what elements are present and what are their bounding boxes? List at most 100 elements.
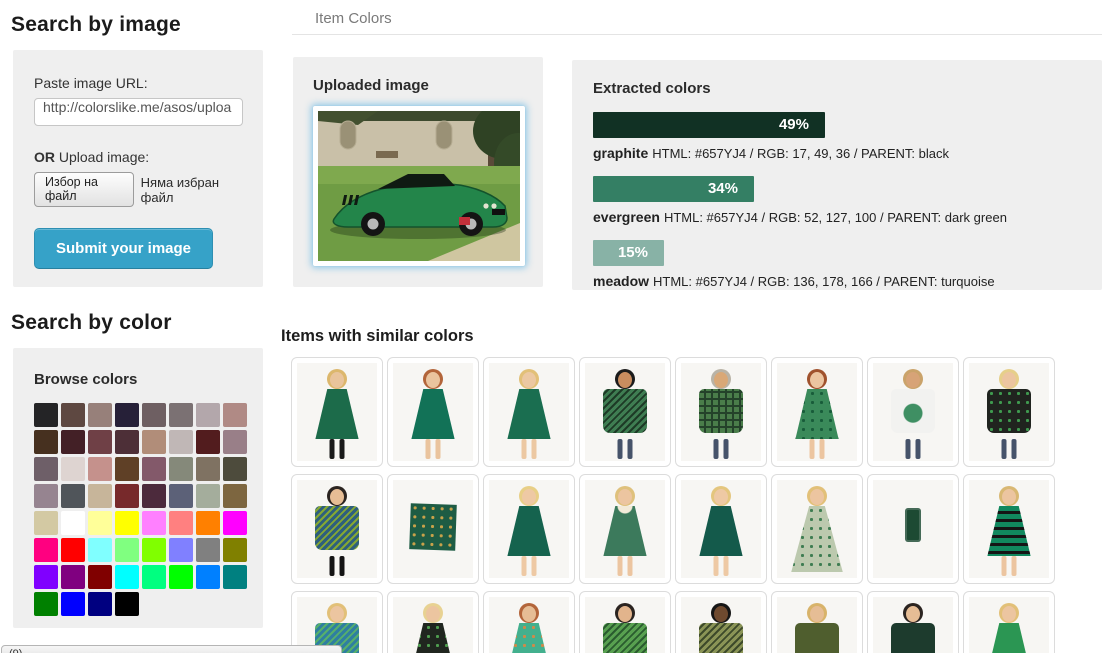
color-swatch-968490[interactable] [34,484,58,508]
item-card-white-graphic-t-shirt[interactable] [867,357,959,467]
item-card-green-striped-print-dress[interactable] [963,474,1055,584]
color-swatch-4c2a3c[interactable] [142,484,166,508]
color-swatch-262038[interactable] [115,403,139,427]
color-swatch-7f7262[interactable] [196,457,220,481]
color-swatch-ff0000[interactable] [61,538,85,562]
color-swatch-800000[interactable] [88,565,112,589]
item-card-green-scoop-neck-dress[interactable] [963,591,1055,653]
item-card-turquoise-floral-dress[interactable] [483,591,575,653]
color-swatch-77292b[interactable] [115,484,139,508]
color-swatch-000000[interactable] [115,592,139,616]
item-card-blue-green-print-top[interactable] [291,591,383,653]
color-swatch-00ff00[interactable] [169,565,193,589]
color-swatch-ded4d1[interactable] [61,457,85,481]
browser-status-bar: (9) [1,645,342,653]
color-label-meadow: meadowHTML: #657YJ4 / RGB: 136, 178, 166… [593,273,1081,289]
item-photo [777,597,857,653]
color-swatch-8080ff[interactable] [169,538,193,562]
color-swatch-6f4046[interactable] [88,430,112,454]
item-card-green-sleeveless-shift-dress[interactable] [675,474,767,584]
color-swatch-6e5f62[interactable] [142,403,166,427]
submit-image-button[interactable]: Submit your image [34,228,213,269]
uploaded-image-thumbnail[interactable] [313,106,525,266]
color-swatch-c0b7b6[interactable] [169,430,193,454]
color-swatch-7b7173[interactable] [169,403,193,427]
color-swatch-ffff00[interactable] [115,511,139,535]
color-swatch-85897a[interactable] [169,457,193,481]
item-card-green-long-sleeve-shift-dress[interactable] [483,357,575,467]
color-swatch-242426[interactable] [34,403,58,427]
color-swatch-ff0080[interactable] [34,538,58,562]
color-swatch-4d4b3c[interactable] [223,457,247,481]
item-card-green-halter-skater-dress[interactable] [387,357,479,467]
color-swatch-5c6178[interactable] [169,484,193,508]
color-swatch-ffffff[interactable] [61,511,85,535]
color-swatch-b08a85[interactable] [223,403,247,427]
item-photo [969,363,1049,461]
item-card-olive-green-shirt[interactable] [771,591,863,653]
page: Search by image Paste image URL: http://… [0,0,1120,653]
item-card-green-belted-dress[interactable] [483,474,575,584]
color-swatch-008000[interactable] [34,592,58,616]
color-swatch-5e4841[interactable] [61,403,85,427]
item-card-green-cassette-phone-case[interactable] [867,474,959,584]
color-swatch-800080[interactable] [61,565,85,589]
item-card-black-tropical-print-t-shirt[interactable] [963,357,1055,467]
color-swatch-008080[interactable] [223,565,247,589]
color-swatch-ff80ff[interactable] [142,511,166,535]
item-card-green-patterned-pocket-square[interactable] [387,474,479,584]
color-swatch-a4ad9c[interactable] [196,484,220,508]
color-swatch-ff8000[interactable] [196,511,220,535]
color-swatch-50555a[interactable] [61,484,85,508]
color-swatch-80ff00[interactable] [142,538,166,562]
item-card-green-plaid-shirt[interactable] [675,357,767,467]
image-url-input[interactable]: http://colorslike.me/asos/uploa [34,98,243,126]
item-card-black-floral-tea-dress[interactable] [387,591,479,653]
color-swatch-ffff99[interactable] [88,511,112,535]
color-swatch-80ff80[interactable] [115,538,139,562]
choose-file-button[interactable]: Избор на файл [34,172,134,207]
tab-item-colors[interactable]: Item Colors [315,10,392,27]
item-card-camo-print-shirt[interactable] [675,591,767,653]
color-swatch-6e5f68[interactable] [34,457,58,481]
color-swatch-b3a7ab[interactable] [196,403,220,427]
item-card-abstract-print-tunic[interactable] [291,474,383,584]
color-swatch-ff00ff[interactable] [223,511,247,535]
color-swatch-c7b59a[interactable] [88,484,112,508]
item-card-green-swing-dress[interactable] [291,357,383,467]
item-photo [777,480,857,578]
item-card-green-collar-swing-dress[interactable] [579,474,671,584]
color-swatch-b18d79[interactable] [142,430,166,454]
color-swatch-80ffff[interactable] [88,538,112,562]
color-swatch-0000ff[interactable] [61,592,85,616]
item-card-palm-print-t-shirt[interactable] [579,357,671,467]
item-photo [777,363,857,461]
color-swatch-5f4026[interactable] [115,457,139,481]
color-swatch-432026[interactable] [61,430,85,454]
item-photo [489,597,569,653]
color-swatch-4d2f37[interactable] [115,430,139,454]
color-swatch-808000[interactable] [223,538,247,562]
color-swatch-0080ff[interactable] [196,565,220,589]
color-swatch-808080[interactable] [196,538,220,562]
color-swatch-00ffff[interactable] [115,565,139,589]
item-photo [681,363,761,461]
uploaded-image-panel: Uploaded image [293,57,543,287]
color-swatch-d3c9a3[interactable] [34,511,58,535]
item-card-green-print-shirt[interactable] [579,591,671,653]
color-swatch-c5918c[interactable] [88,457,112,481]
color-swatch-000080[interactable] [88,592,112,616]
color-swatch-ff8080[interactable] [169,511,193,535]
item-card-floral-maxi-dress[interactable] [771,474,863,584]
color-swatch-00ff80[interactable] [142,565,166,589]
color-swatch-521c1e[interactable] [196,430,220,454]
color-swatch-7d6640[interactable] [223,484,247,508]
item-photo [873,480,953,578]
color-swatch-83596a[interactable] [142,457,166,481]
color-swatch-8000ff[interactable] [34,565,58,589]
color-swatch-97807a[interactable] [88,403,112,427]
color-swatch-997f88[interactable] [223,430,247,454]
item-card-green-print-midi-dress[interactable] [771,357,863,467]
item-card-dark-green-cardigan[interactable] [867,591,959,653]
color-swatch-46301f[interactable] [34,430,58,454]
